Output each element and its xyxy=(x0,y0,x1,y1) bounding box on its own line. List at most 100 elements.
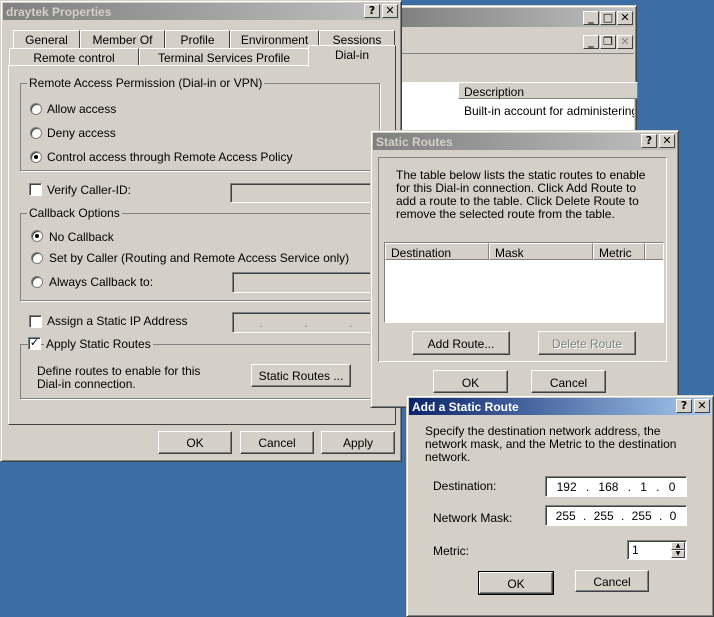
network-mask-label: Network Mask: xyxy=(433,511,513,525)
destination-ip-field[interactable]: 192. 168. 1. 0 xyxy=(545,476,687,497)
static-routes-titlebar: Static Routes xyxy=(373,133,676,150)
add-static-route-dialog: Add a Static Route ? ✕ Specify the desti… xyxy=(406,395,714,617)
callback-number-field[interactable] xyxy=(232,272,380,293)
static-routes-description: The table below lists the static routes … xyxy=(396,168,646,221)
static-routes-button[interactable]: Static Routes ... xyxy=(251,364,351,387)
verify-caller-id-label[interactable]: Verify Caller-ID: xyxy=(47,183,131,197)
mask-octet-1[interactable]: 255 xyxy=(556,509,576,523)
add-route-description: Specify the destination network address,… xyxy=(425,424,677,464)
ip-dot: . xyxy=(348,315,353,330)
draytek-titlebar: draytek Properties xyxy=(3,3,399,20)
mask-octet-2[interactable]: 255 xyxy=(594,509,614,523)
ip-dot: . xyxy=(659,508,663,523)
ip-dot: . xyxy=(656,479,660,494)
list-item-description: Built-in account for administering th xyxy=(464,104,634,118)
restore-icon[interactable]: ❐ xyxy=(600,35,616,49)
caller-id-field[interactable] xyxy=(230,183,380,203)
minimize-icon[interactable]: _ xyxy=(583,35,599,49)
close-icon[interactable]: ✕ xyxy=(617,35,633,49)
static-routes-panel: The table below lists the static routes … xyxy=(378,157,667,362)
ip-dot: . xyxy=(627,479,632,494)
tab-terminal-services-profile[interactable]: Terminal Services Profile xyxy=(139,48,309,66)
close-icon[interactable]: ✕ xyxy=(694,399,710,413)
metric-label: Metric: xyxy=(433,544,469,558)
apply-static-routes-checkbox[interactable]: ✓ xyxy=(28,337,41,350)
destination-label: Destination: xyxy=(433,479,497,493)
destination-octet-2[interactable]: 168 xyxy=(598,480,618,494)
ok-button[interactable]: OK xyxy=(478,571,554,595)
column-destination[interactable]: Destination xyxy=(385,243,489,260)
tab-general[interactable]: General xyxy=(13,30,80,48)
mdi-toolbar: _ ❐ ✕ xyxy=(399,29,634,54)
tab-panel: Remote Access Permission (Dial-in or VPN… xyxy=(8,65,396,425)
add-route-button[interactable]: Add Route... xyxy=(412,331,510,355)
add-route-titlebar: Add a Static Route xyxy=(409,398,711,415)
callback-group-label: Callback Options xyxy=(27,206,122,220)
ok-button[interactable]: OK xyxy=(158,431,232,454)
column-filler xyxy=(645,243,663,260)
tab-profile[interactable]: Profile xyxy=(165,30,230,48)
always-callback-radio[interactable] xyxy=(31,276,43,288)
tab-member-of[interactable]: Member Of xyxy=(80,30,165,48)
remote-access-group-label: Remote Access Permission (Dial-in or VPN… xyxy=(27,76,265,90)
allow-access-label[interactable]: Allow access xyxy=(47,102,116,116)
close-icon[interactable]: ✕ xyxy=(659,134,675,148)
tab-dial-in[interactable]: Dial-in xyxy=(308,45,396,67)
assign-static-ip-label[interactable]: Assign a Static IP Address xyxy=(47,314,188,328)
static-ip-field[interactable]: ... xyxy=(232,312,380,333)
ip-dot: . xyxy=(585,479,590,494)
draytek-properties-dialog: draytek Properties ? ✕ General Member Of… xyxy=(0,0,402,462)
always-callback-label[interactable]: Always Callback to: xyxy=(49,275,153,289)
destination-octet-3[interactable]: 1 xyxy=(640,480,647,494)
set-by-caller-label[interactable]: Set by Caller (Routing and Remote Access… xyxy=(49,251,349,265)
ip-dot: . xyxy=(304,315,308,330)
no-callback-radio[interactable] xyxy=(31,230,43,242)
spinner-up-icon[interactable]: ▲ xyxy=(671,542,685,550)
tab-environment[interactable]: Environment xyxy=(230,30,319,48)
ip-dot: . xyxy=(621,508,625,523)
control-access-radio[interactable] xyxy=(30,151,42,163)
allow-access-radio[interactable] xyxy=(30,103,42,115)
no-callback-label[interactable]: No Callback xyxy=(49,230,114,244)
set-by-caller-radio[interactable] xyxy=(31,252,43,264)
tab-remote-control[interactable]: Remote control xyxy=(9,48,139,66)
routes-table[interactable]: Destination Mask Metric xyxy=(384,242,664,323)
cancel-button[interactable]: Cancel xyxy=(575,570,649,592)
dialog-title: draytek Properties xyxy=(6,5,112,19)
deny-access-label[interactable]: Deny access xyxy=(47,126,116,140)
verify-caller-id-checkbox[interactable] xyxy=(29,183,42,196)
mask-octet-3[interactable]: 255 xyxy=(632,509,652,523)
metric-value: 1 xyxy=(632,543,639,557)
column-description[interactable]: Description xyxy=(458,82,638,99)
mask-octet-4[interactable]: 0 xyxy=(670,509,677,523)
maximize-icon[interactable]: □ xyxy=(600,11,616,25)
apply-button[interactable]: Apply xyxy=(321,431,395,454)
ip-dot: . xyxy=(583,508,587,523)
close-icon[interactable]: ✕ xyxy=(382,4,398,18)
network-mask-field[interactable]: 255. 255. 255. 0 xyxy=(545,505,687,526)
users-list[interactable]: Description Built-in account for adminis… xyxy=(399,82,638,132)
deny-access-radio[interactable] xyxy=(30,127,42,139)
delete-route-button[interactable]: Delete Route xyxy=(538,331,636,355)
apply-static-routes-label[interactable]: Apply Static Routes xyxy=(44,337,153,351)
help-icon[interactable]: ? xyxy=(364,4,380,18)
static-routes-description: Define routes to enable for this Dial-in… xyxy=(37,364,201,391)
cancel-button[interactable]: Cancel xyxy=(531,370,606,393)
ok-button[interactable]: OK xyxy=(433,370,508,393)
ip-dot: . xyxy=(259,315,263,330)
destination-octet-1[interactable]: 192 xyxy=(557,480,577,494)
help-icon[interactable]: ? xyxy=(641,134,657,148)
control-access-label[interactable]: Control access through Remote Access Pol… xyxy=(47,150,292,164)
spinner-down-icon[interactable]: ▼ xyxy=(671,550,685,558)
assign-static-ip-checkbox[interactable] xyxy=(29,315,42,328)
column-mask[interactable]: Mask xyxy=(489,243,593,260)
static-routes-dialog: Static Routes ? ✕ The table below lists … xyxy=(370,130,679,408)
cancel-button[interactable]: Cancel xyxy=(240,431,314,454)
close-icon[interactable]: ✕ xyxy=(617,11,633,25)
column-metric[interactable]: Metric xyxy=(593,243,645,260)
dialog-title: Static Routes xyxy=(376,135,453,149)
dialog-title: Add a Static Route xyxy=(412,400,519,414)
help-icon[interactable]: ? xyxy=(676,399,692,413)
destination-octet-4[interactable]: 0 xyxy=(669,480,676,494)
minimize-icon[interactable]: _ xyxy=(583,11,599,25)
